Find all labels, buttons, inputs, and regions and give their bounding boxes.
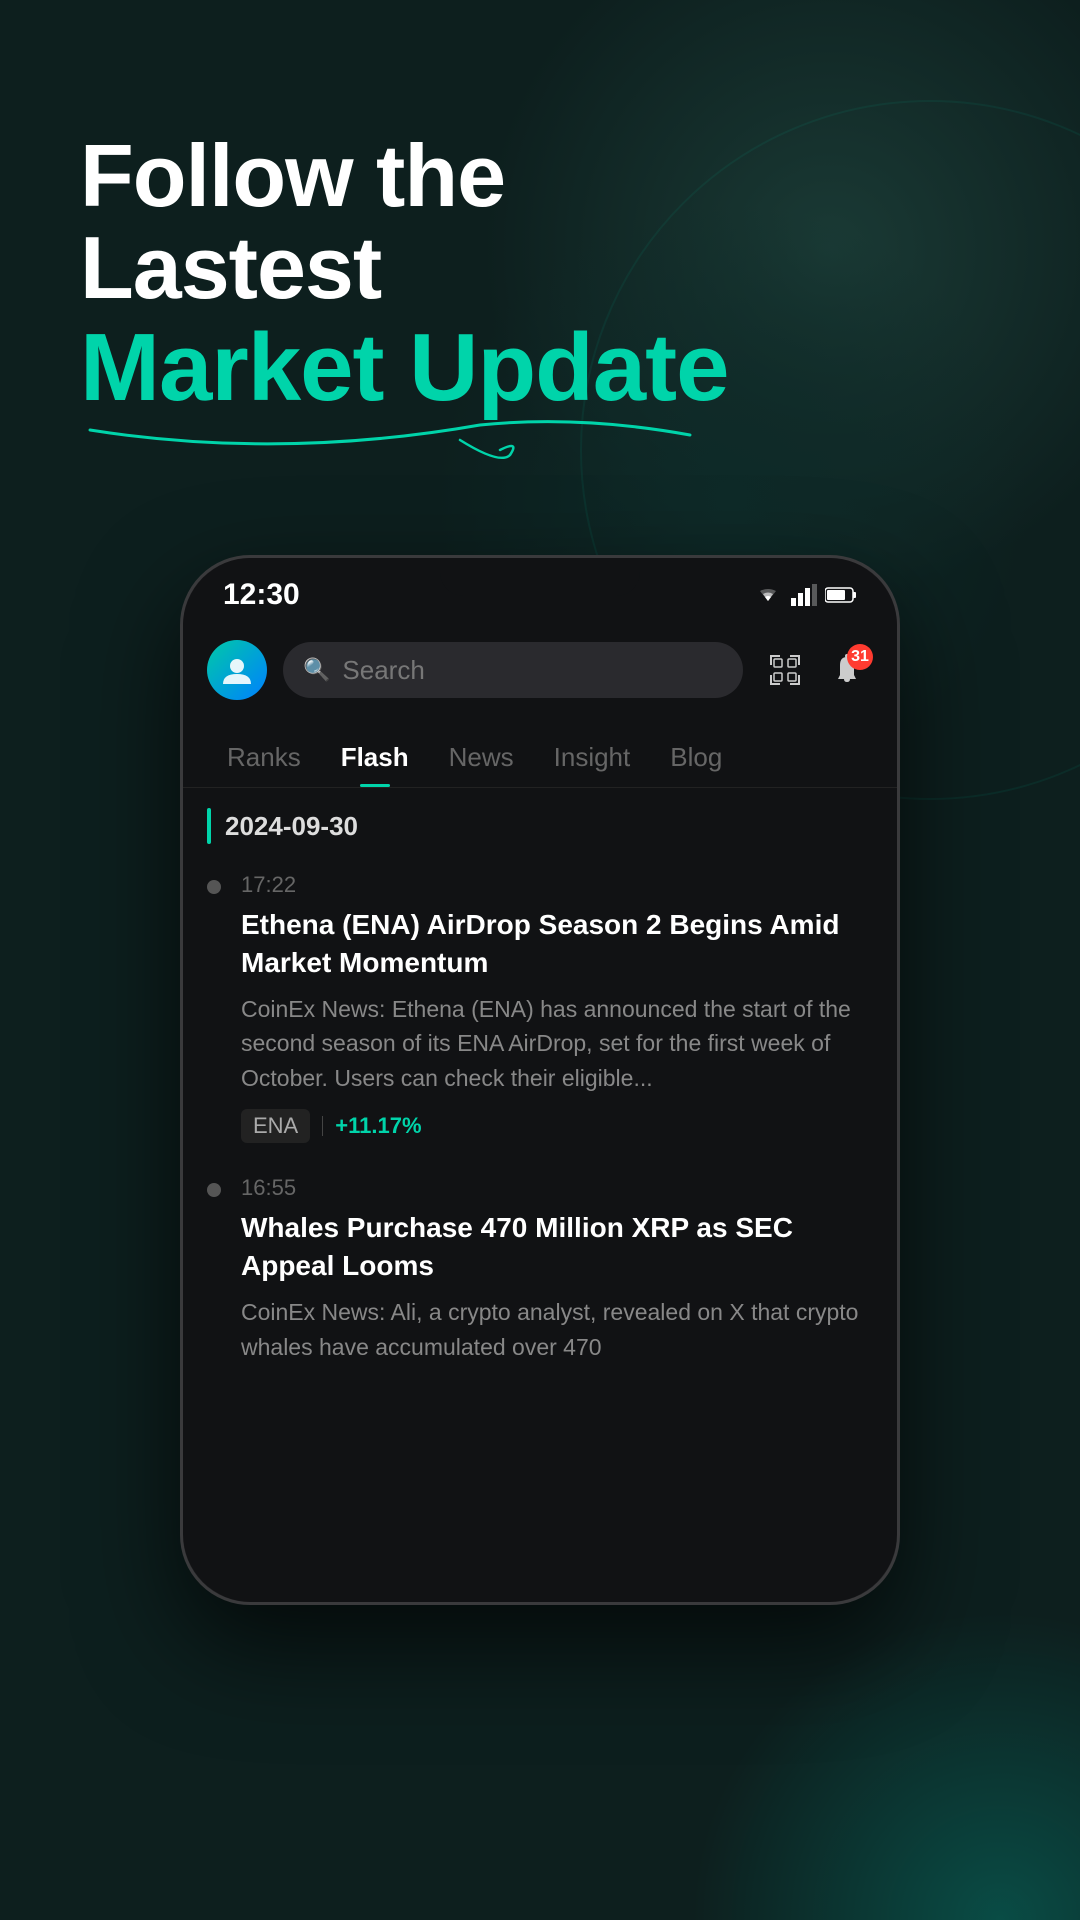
news-body: 17:22 Ethena (ENA) AirDrop Season 2 Begi… (241, 872, 873, 1143)
news-item[interactable]: 16:55 Whales Purchase 470 Million XRP as… (207, 1175, 873, 1378)
tab-news[interactable]: News (429, 728, 534, 787)
news-title: Ethena (ENA) AirDrop Season 2 Begins Ami… (241, 906, 873, 982)
tab-flash[interactable]: Flash (321, 728, 429, 787)
status-icons (753, 583, 857, 607)
hero-line2: Lastest (80, 222, 1000, 314)
app-content: 🔍 Search (183, 622, 897, 1430)
top-bar-actions: 31 (759, 644, 873, 696)
news-tags: ENA +11.17% (241, 1109, 873, 1143)
tag-divider (322, 1116, 323, 1136)
underline-svg (80, 410, 700, 470)
top-bar: 🔍 Search (183, 622, 897, 718)
news-excerpt: CoinEx News: Ali, a crypto analyst, reve… (241, 1295, 873, 1364)
phone-notch (440, 558, 640, 596)
notifications-button[interactable]: 31 (821, 644, 873, 696)
hero-section: Follow the Lastest Market Update (0, 0, 1080, 535)
date-text: 2024-09-30 (225, 811, 358, 842)
news-title: Whales Purchase 470 Million XRP as SEC A… (241, 1209, 873, 1285)
nav-tabs: Ranks Flash News Insight Blog (183, 718, 897, 788)
tab-insight[interactable]: Insight (534, 728, 651, 787)
search-icon: 🔍 (303, 657, 330, 683)
wifi-icon (753, 583, 783, 607)
feed: 2024-09-30 17:22 Ethena (ENA) AirDrop Se… (183, 788, 897, 1430)
scan-icon (768, 653, 802, 687)
scan-button[interactable] (759, 644, 811, 696)
date-bar-decoration (207, 808, 211, 844)
news-item[interactable]: 17:22 Ethena (ENA) AirDrop Season 2 Begi… (207, 872, 873, 1143)
notification-badge: 31 (847, 644, 873, 670)
hero-line1: Follow the (80, 130, 1000, 222)
hero-accent: Market Update (80, 315, 729, 421)
news-excerpt: CoinEx News: Ethena (ENA) has announced … (241, 992, 873, 1096)
signal-icon (791, 584, 817, 606)
search-bar[interactable]: 🔍 Search (283, 642, 743, 698)
phone-container: 12:30 (0, 555, 1080, 1605)
avatar[interactable] (207, 640, 267, 700)
search-placeholder: Search (342, 655, 424, 686)
battery-icon (825, 586, 857, 604)
phone-mockup: 12:30 (180, 555, 900, 1605)
news-body: 16:55 Whales Purchase 470 Million XRP as… (241, 1175, 873, 1378)
phone-screen: 12:30 (183, 558, 897, 1602)
news-tag: ENA (241, 1109, 310, 1143)
status-time: 12:30 (223, 578, 300, 612)
tab-ranks[interactable]: Ranks (207, 728, 321, 787)
news-time: 16:55 (241, 1175, 873, 1201)
timeline-dot (207, 1183, 221, 1197)
news-change: +11.17% (335, 1113, 421, 1139)
date-header: 2024-09-30 (207, 808, 873, 844)
news-time: 17:22 (241, 872, 873, 898)
power-button (897, 818, 900, 948)
hero-underline (80, 410, 1000, 475)
timeline-dot (207, 880, 221, 894)
avatar-icon (219, 652, 255, 688)
tab-blog[interactable]: Blog (650, 728, 742, 787)
